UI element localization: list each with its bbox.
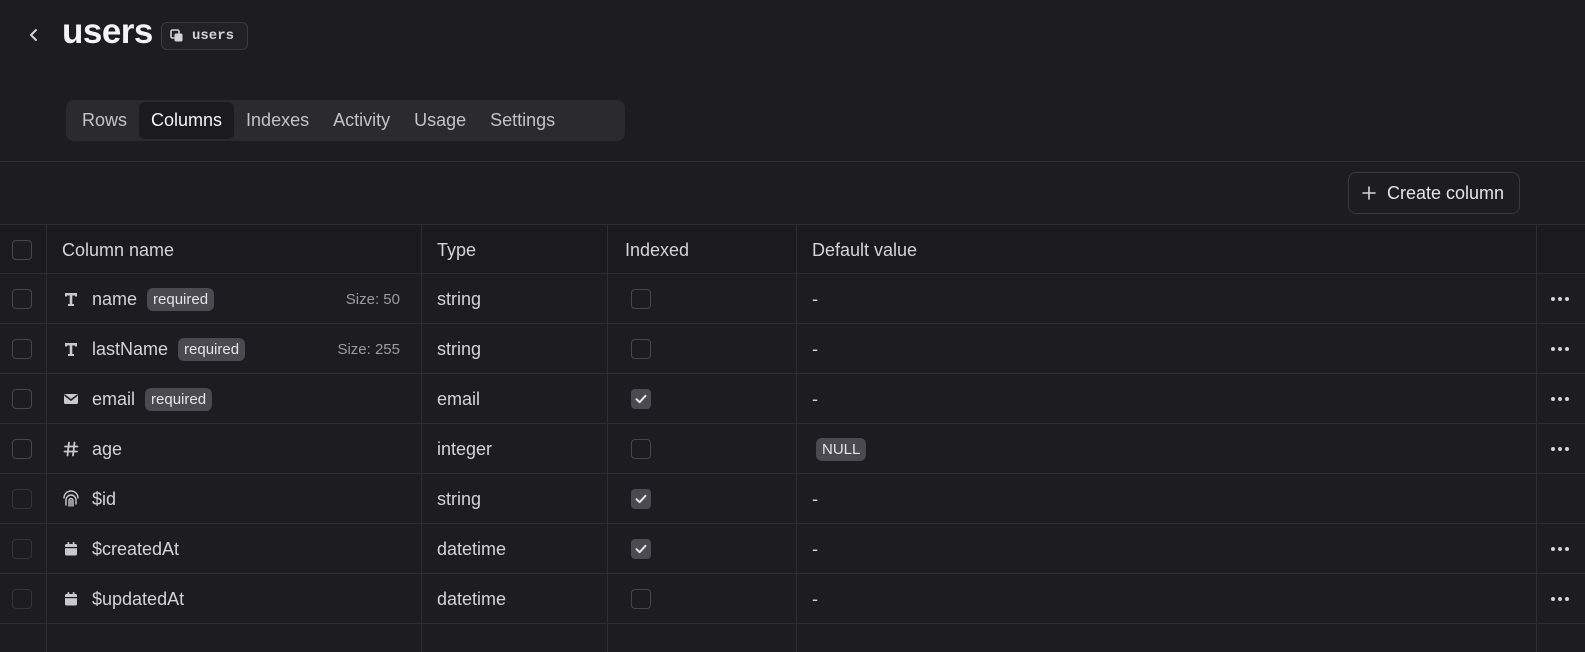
tab-activity[interactable]: Activity <box>321 102 402 139</box>
page-title: users <box>62 12 153 51</box>
column-type: string <box>437 288 482 309</box>
column-size: Size: 255 <box>337 340 400 358</box>
row-select-checkbox[interactable] <box>12 489 32 509</box>
indexed-checkbox[interactable] <box>631 439 651 459</box>
default-value: - <box>812 538 818 559</box>
column-name: name <box>92 288 138 309</box>
row-select-checkbox[interactable] <box>12 539 32 559</box>
check-icon <box>635 394 647 404</box>
table-row[interactable]: $updatedAt datetime - <box>0 574 1585 624</box>
plus-icon <box>1362 186 1376 200</box>
check-icon <box>635 494 647 504</box>
column-name: $createdAt <box>92 538 180 559</box>
column-name: $id <box>92 488 117 509</box>
columns-table: Column name Type Indexed Default value n… <box>0 224 1585 652</box>
tab-rows[interactable]: Rows <box>70 102 139 139</box>
header-column-name[interactable]: Column name <box>62 225 174 275</box>
column-name: email <box>92 388 136 409</box>
column-divider <box>796 224 797 652</box>
default-value: - <box>812 288 818 309</box>
column-type: datetime <box>437 588 507 609</box>
default-value: - <box>812 588 818 609</box>
table-header-row: Column name Type Indexed Default value <box>0 224 1585 274</box>
default-value: - <box>812 388 818 409</box>
table-row[interactable]: email required email - <box>0 374 1585 424</box>
default-value: - <box>812 488 818 509</box>
more-options-icon[interactable] <box>1551 397 1569 401</box>
row-select-checkbox[interactable] <box>12 339 32 359</box>
create-column-button[interactable]: Create column <box>1348 172 1520 214</box>
divider <box>0 161 1585 162</box>
required-badge: required <box>147 287 215 311</box>
indexed-checkbox[interactable] <box>631 289 651 309</box>
calendar-icon <box>62 590 80 608</box>
more-options-icon[interactable] <box>1551 547 1569 551</box>
column-divider <box>607 224 608 652</box>
indexed-checkbox[interactable] <box>631 389 651 409</box>
column-name: $updatedAt <box>92 588 185 609</box>
row-select-checkbox[interactable] <box>12 389 32 409</box>
create-column-label: Create column <box>1387 182 1505 203</box>
envelope-icon <box>62 390 80 408</box>
required-badge: required <box>178 337 246 361</box>
tab-bar: Rows Columns Indexes Activity Usage Sett… <box>66 100 625 141</box>
default-value: - <box>812 338 818 359</box>
table-row[interactable]: age integer NULL <box>0 424 1585 474</box>
tab-indexes[interactable]: Indexes <box>234 102 321 139</box>
more-options-icon[interactable] <box>1551 347 1569 351</box>
table-row[interactable]: lastName required Size: 255 string - <box>0 324 1585 374</box>
indexed-checkbox[interactable] <box>631 589 651 609</box>
column-divider <box>1536 224 1537 652</box>
indexed-checkbox[interactable] <box>631 489 651 509</box>
column-divider <box>421 224 422 652</box>
column-type: string <box>437 338 482 359</box>
more-options-icon[interactable] <box>1551 297 1569 301</box>
id-label: users <box>192 28 235 44</box>
column-type: integer <box>437 438 493 459</box>
table-row[interactable]: $createdAt datetime - <box>0 524 1585 574</box>
required-badge: required <box>145 387 213 411</box>
tab-settings[interactable]: Settings <box>478 102 567 139</box>
calendar-icon <box>62 540 80 558</box>
row-select-checkbox[interactable] <box>12 589 32 609</box>
row-select-checkbox[interactable] <box>12 439 32 459</box>
tab-columns[interactable]: Columns <box>139 102 235 139</box>
more-options-icon[interactable] <box>1551 447 1569 451</box>
copy-id-badge[interactable]: users <box>161 22 248 50</box>
header-default-value[interactable]: Default value <box>812 225 917 275</box>
indexed-checkbox[interactable] <box>631 339 651 359</box>
tab-usage[interactable]: Usage <box>402 102 478 139</box>
indexed-checkbox[interactable] <box>631 539 651 559</box>
column-type: string <box>437 488 482 509</box>
back-button[interactable] <box>22 22 46 48</box>
select-all-checkbox[interactable] <box>12 240 32 260</box>
hash-icon <box>62 440 80 458</box>
copy-icon <box>170 29 183 42</box>
table-row[interactable]: $id string - <box>0 474 1585 524</box>
check-icon <box>635 544 647 554</box>
more-options-icon[interactable] <box>1551 597 1569 601</box>
text-icon <box>62 340 80 358</box>
column-type: email <box>437 388 481 409</box>
column-name: lastName <box>92 338 169 359</box>
header-type[interactable]: Type <box>437 225 476 275</box>
column-divider <box>46 224 47 652</box>
null-badge: NULL <box>816 437 867 461</box>
column-type: datetime <box>437 538 507 559</box>
column-size: Size: 50 <box>345 290 400 308</box>
column-name: age <box>92 438 123 459</box>
table-row[interactable]: name required Size: 50 string - <box>0 274 1585 324</box>
header-indexed[interactable]: Indexed <box>625 225 689 275</box>
fingerprint-icon <box>62 490 80 508</box>
text-icon <box>62 290 80 308</box>
page-header: users users <box>0 0 1585 70</box>
chevron-left-icon <box>30 29 37 41</box>
row-select-checkbox[interactable] <box>12 289 32 309</box>
